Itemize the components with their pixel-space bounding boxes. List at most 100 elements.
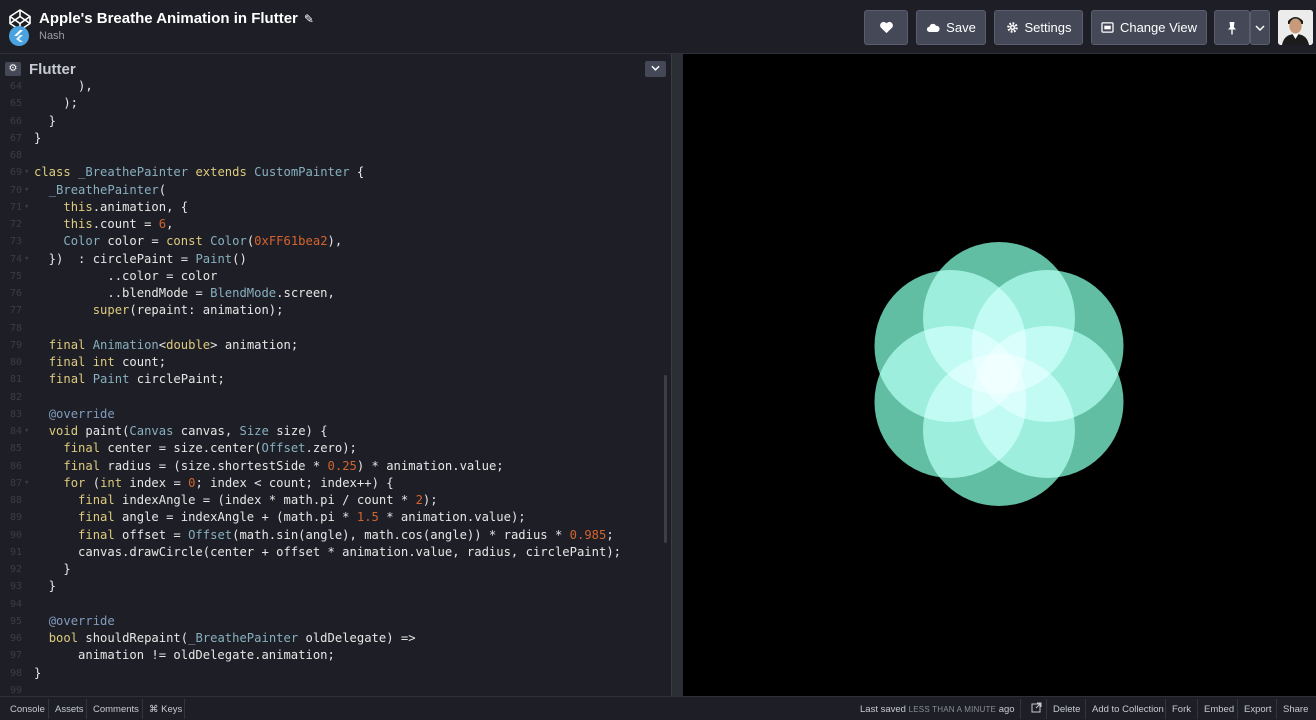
code-line[interactable]: 70 ▾ _BreathePainter( bbox=[0, 182, 662, 199]
fold-arrow-icon[interactable]: ▾ bbox=[24, 423, 29, 440]
code-line[interactable]: 78 bbox=[0, 320, 662, 337]
share-button[interactable]: Share bbox=[1283, 704, 1308, 715]
fold-arrow-icon[interactable]: ▾ bbox=[24, 164, 29, 181]
code-line[interactable]: 84 ▾ void paint(Canvas canvas, Size size)… bbox=[0, 423, 662, 440]
pen-title[interactable]: Apple's Breathe Animation in Flutter ✎ bbox=[39, 10, 314, 27]
save-button[interactable]: Save bbox=[916, 10, 986, 45]
line-number: 65 bbox=[9, 98, 22, 110]
code-text: final indexAngle = (index * math.pi / co… bbox=[78, 493, 438, 507]
change-view-button[interactable]: Change View bbox=[1091, 10, 1207, 45]
user-avatar[interactable] bbox=[1278, 10, 1313, 45]
code-line[interactable]: 95 @override bbox=[0, 613, 662, 630]
code-line[interactable]: 94 bbox=[0, 596, 662, 613]
code-line[interactable]: 67} bbox=[0, 130, 662, 147]
code-line[interactable]: 73 Color color = const Color(0xFF61bea2)… bbox=[0, 233, 662, 250]
panel-resize-handle[interactable] bbox=[671, 54, 683, 696]
code-text: Color color = const Color(0xFF61bea2), bbox=[63, 234, 343, 249]
keys-button[interactable]: ⌘ Keys bbox=[149, 704, 182, 715]
code-line[interactable]: 93 } bbox=[0, 578, 662, 595]
heart-button[interactable] bbox=[864, 10, 908, 45]
code-line[interactable]: 96 bool shouldRepaint(_BreathePainter ol… bbox=[0, 630, 662, 647]
code-line[interactable]: 90 final offset = Offset(math.sin(angle)… bbox=[0, 527, 662, 544]
breathe-circle bbox=[874, 326, 1027, 478]
code-line[interactable]: 65 ); bbox=[0, 95, 662, 112]
embed-button[interactable]: Embed bbox=[1204, 704, 1234, 715]
pencil-icon[interactable]: ✎ bbox=[304, 12, 314, 26]
code-area[interactable]: 64 ), 65 ); 66 } 67} 68 69 ▾ class _BreathePain… bbox=[0, 78, 662, 696]
line-number: 75 bbox=[9, 270, 22, 282]
code-line[interactable]: 99 bbox=[0, 682, 662, 696]
code-line[interactable]: 79 final Animation<double> animation; bbox=[0, 337, 662, 354]
code-line[interactable]: 71 ▾ this.animation, { bbox=[0, 199, 662, 216]
code-line[interactable]: 64 ), bbox=[0, 78, 662, 95]
code-line[interactable]: 69 ▾ class _BreathePainter extends CustomP… bbox=[0, 164, 662, 181]
comments-button[interactable]: Comments bbox=[93, 704, 139, 715]
code-text: this.animation, { bbox=[63, 199, 189, 214]
line-number: 66 bbox=[9, 115, 22, 127]
code-line[interactable]: 80 final int count; bbox=[0, 354, 662, 371]
code-line[interactable]: 66 } bbox=[0, 113, 662, 130]
fork-button[interactable]: Fork bbox=[1172, 704, 1191, 715]
editor-collapse-button[interactable] bbox=[645, 61, 666, 77]
editor-scrollbar[interactable] bbox=[664, 375, 667, 543]
line-number: 71 bbox=[9, 201, 22, 213]
code-line[interactable]: 82 bbox=[0, 389, 662, 406]
code-line[interactable]: 83 @override bbox=[0, 406, 662, 423]
line-number: 92 bbox=[9, 564, 22, 575]
code-line[interactable]: 68 bbox=[0, 147, 662, 164]
code-text: @override bbox=[48, 406, 115, 421]
code-line[interactable]: 85 final center = size.center(Offset.zer… bbox=[0, 440, 662, 457]
code-line[interactable]: 91 canvas.drawCircle(center + offset * a… bbox=[0, 544, 662, 561]
code-line[interactable]: 87 ▾ for (int index = 0; index < count; i… bbox=[0, 475, 662, 492]
save-label: Save bbox=[946, 20, 976, 35]
change-view-label: Change View bbox=[1119, 20, 1198, 35]
line-number: 77 bbox=[9, 305, 22, 317]
code-line[interactable]: 97 animation != oldDelegate.animation; bbox=[0, 647, 662, 664]
pin-button[interactable] bbox=[1214, 10, 1250, 45]
code-text: _BreathePainter( bbox=[48, 182, 167, 197]
code-line[interactable]: 72 this.count = 6, bbox=[0, 216, 662, 233]
layout-icon bbox=[1101, 22, 1114, 33]
code-line[interactable]: 76 ..blendMode = BlendMode.screen, bbox=[0, 285, 662, 302]
code-line[interactable]: 77 super(repaint: animation); bbox=[0, 302, 662, 319]
fold-arrow-icon[interactable]: ▾ bbox=[24, 199, 29, 216]
code-text: final Animation<double> animation; bbox=[48, 337, 299, 352]
editor-settings-icon[interactable]: ⚙ bbox=[5, 62, 21, 76]
code-text: super(repaint: animation); bbox=[92, 303, 284, 318]
code-text: animation != oldDelegate.animation; bbox=[34, 648, 335, 663]
line-number: 99 bbox=[9, 684, 22, 696]
code-text: canvas.drawCircle(center + offset * anim… bbox=[34, 544, 621, 559]
result-preview bbox=[683, 54, 1316, 696]
add-to-collection-button[interactable]: Add to Collection bbox=[1092, 704, 1164, 715]
app-window: Apple's Breathe Animation in Flutter ✎ N… bbox=[0, 0, 1316, 720]
code-line[interactable]: 88 final indexAngle = (index * math.pi /… bbox=[0, 492, 662, 509]
code-line[interactable]: 75 ..color = color bbox=[0, 268, 662, 285]
fold-arrow-icon[interactable]: ▾ bbox=[24, 251, 29, 268]
settings-button[interactable]: Settings bbox=[994, 10, 1083, 45]
fold-arrow-icon[interactable]: ▾ bbox=[24, 475, 29, 492]
code-line[interactable]: 89 final angle = indexAngle + (math.pi *… bbox=[0, 509, 662, 526]
cloud-icon bbox=[927, 23, 940, 32]
assets-button[interactable]: Assets bbox=[55, 704, 84, 715]
author-name[interactable]: Nash bbox=[39, 30, 65, 42]
code-text: @override bbox=[48, 613, 115, 628]
code-line[interactable]: 86 final radius = (size.shortestSide * 0… bbox=[0, 458, 662, 475]
line-number: 76 bbox=[9, 288, 22, 299]
line-number: 91 bbox=[9, 546, 22, 558]
line-number: 83 bbox=[9, 408, 22, 420]
code-line[interactable]: 92 } bbox=[0, 561, 662, 578]
line-number: 67 bbox=[9, 132, 22, 144]
export-button[interactable]: Export bbox=[1244, 704, 1271, 715]
code-line[interactable]: 98} bbox=[0, 665, 662, 682]
last-saved-prefix: Last saved bbox=[860, 704, 906, 715]
console-button[interactable]: Console bbox=[10, 704, 45, 715]
fold-arrow-icon[interactable]: ▾ bbox=[24, 182, 29, 199]
flutter-logo-icon bbox=[9, 26, 29, 46]
code-line[interactable]: 74 ▾ }) : circlePaint = Paint() bbox=[0, 251, 662, 268]
code-text: ); bbox=[34, 96, 79, 111]
code-text: } bbox=[34, 579, 57, 594]
open-external-icon[interactable] bbox=[1031, 702, 1042, 716]
delete-button[interactable]: Delete bbox=[1053, 704, 1080, 715]
pin-dropdown-button[interactable] bbox=[1250, 10, 1270, 45]
code-line[interactable]: 81 final Paint circlePaint; bbox=[0, 371, 662, 388]
